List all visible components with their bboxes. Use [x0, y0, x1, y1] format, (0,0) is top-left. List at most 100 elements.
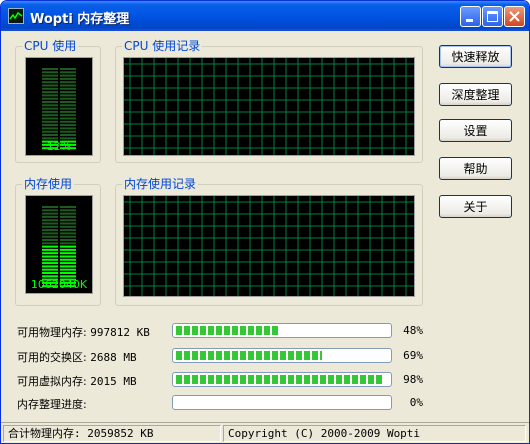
status-copyright: Copyright (C) 2000-2009 Wopti: [223, 425, 526, 442]
meter-segment: [42, 94, 58, 97]
meter-segment: [42, 130, 58, 133]
meter-segment: [42, 134, 58, 136]
close-button[interactable]: [504, 6, 525, 27]
meter-segment: [60, 212, 76, 215]
meter-segment: [60, 232, 76, 235]
meter-segment: [60, 268, 76, 271]
cpu-usage-meter: 12%: [25, 57, 93, 156]
progress-fill: [176, 326, 278, 335]
stat-label-virtual: 可用虚拟内存: 2015 MB: [17, 375, 137, 388]
meter-segment: [42, 101, 58, 103]
app-window: Wopti 内存整理 CPU 使用 12% CPU 使用记录 内存使用 1062…: [0, 0, 530, 444]
app-graph-icon: [8, 8, 24, 24]
meter-segment: [60, 219, 76, 222]
meter-segment: [42, 104, 58, 107]
meter-segment: [42, 255, 58, 258]
meter-segment: [60, 137, 76, 140]
meter-segment: [42, 91, 58, 94]
stat-label-cleanup: 内存整理进度:: [17, 398, 87, 411]
meter-segment: [60, 252, 76, 255]
meter-segment: [60, 84, 76, 87]
settings-button[interactable]: 设置: [439, 119, 512, 142]
meter-segment: [42, 248, 58, 251]
deep-clean-button[interactable]: 深度整理: [439, 83, 512, 106]
minimize-button[interactable]: [460, 6, 481, 27]
meter-segment: [60, 97, 76, 100]
window-title: Wopti 内存整理: [30, 12, 130, 27]
meter-segment: [42, 71, 58, 74]
meter-segment: [60, 107, 76, 110]
meter-segment: [60, 248, 76, 251]
meter-segment: [42, 235, 58, 238]
meter-segment: [42, 206, 58, 208]
meter-segment: [60, 91, 76, 94]
meter-segment: [42, 97, 58, 100]
meter-segment: [60, 74, 76, 77]
meter-segment: [42, 107, 58, 110]
meter-segment: [60, 130, 76, 133]
meter-segment: [42, 275, 58, 278]
memory-usage-value: 1062040K: [30, 278, 88, 291]
meter-segment: [42, 232, 58, 235]
meter-segment: [42, 245, 58, 248]
meter-segment: [60, 255, 76, 258]
meter-segment: [60, 265, 76, 268]
meter-segment: [42, 110, 58, 113]
meter-segment: [42, 265, 58, 268]
maximize-button[interactable]: [482, 6, 503, 27]
cpu-history-grid: [124, 58, 414, 155]
meter-segment: [60, 222, 76, 225]
title-bar[interactable]: Wopti 内存整理: [1, 1, 529, 31]
meter-segment: [60, 258, 76, 261]
meter-segment: [42, 74, 58, 77]
cpu-usage-value: 12%: [46, 140, 72, 153]
meter-segment: [60, 127, 76, 130]
close-about-button[interactable]: 关于: [439, 195, 512, 218]
meter-segment: [60, 120, 76, 123]
stat-percent-swap: 69%: [403, 349, 423, 362]
cpu-history-label: CPU 使用记录: [122, 39, 203, 53]
memory-usage-label: 内存使用: [22, 177, 75, 191]
meter-segment: [42, 225, 58, 228]
meter-segment: [60, 215, 76, 218]
memory-usage-meter: 1062040K: [25, 195, 93, 294]
meter-segment: [42, 239, 58, 241]
meter-segment: [60, 114, 76, 117]
meter-segment: [60, 101, 76, 103]
meter-segment: [42, 258, 58, 261]
memory-history-grid: [124, 196, 414, 296]
meter-segment: [42, 114, 58, 117]
meter-segment: [60, 262, 76, 265]
meter-segment: [42, 84, 58, 87]
meter-segment: [60, 94, 76, 97]
status-bar: 合计物理内存: 2059852 KB Copyright (C) 2000-20…: [1, 422, 529, 443]
meter-segment: [42, 272, 58, 274]
meter-segment: [60, 272, 76, 274]
meter-segment: [60, 71, 76, 74]
meter-segment: [42, 117, 58, 120]
meter-segment: [60, 87, 76, 90]
help-button[interactable]: 帮助: [439, 157, 512, 180]
meter-segment: [60, 209, 76, 212]
status-total-memory: 合计物理内存: 2059852 KB: [3, 425, 221, 442]
stat-percent-cleanup: 0%: [409, 396, 423, 409]
meter-segment: [60, 229, 76, 232]
minimize-icon: [466, 19, 473, 22]
meter-segment: [42, 215, 58, 218]
meter-segment: [42, 222, 58, 225]
meter-segment: [42, 77, 58, 80]
memory-history-label: 内存使用记录: [122, 177, 199, 191]
meter-segment: [60, 104, 76, 107]
memory-history-graph: [123, 195, 415, 297]
meter-segment: [42, 242, 58, 245]
progress-fill: [176, 351, 322, 360]
meter-segment: [42, 252, 58, 255]
meter-segment: [60, 134, 76, 136]
meter-segment: [42, 219, 58, 222]
meter-segment: [42, 68, 58, 70]
quick-release-button[interactable]: 快速释放: [439, 45, 512, 68]
meter-segment: [42, 124, 58, 127]
meter-segment: [60, 124, 76, 127]
meter-segment: [42, 229, 58, 232]
meter-segment: [42, 81, 58, 84]
